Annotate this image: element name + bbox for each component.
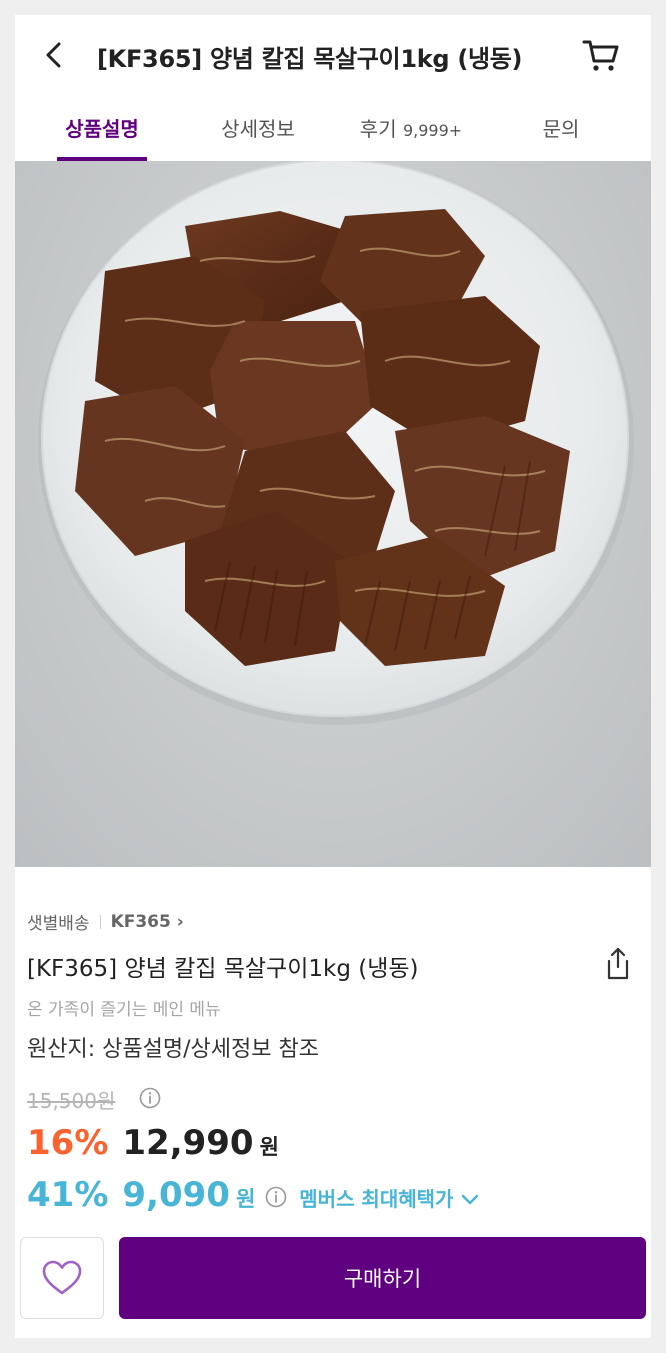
tab-inquiry[interactable]: 문의 — [521, 113, 601, 142]
top-header: [KF365] 양념 칼집 목살구이1kg (냉동) — [15, 15, 651, 95]
product-tabs: 상품설명 상세정보 후기 9,999+ 문의 — [15, 103, 651, 162]
divider — [99, 914, 101, 929]
tab-inquiry-label: 문의 — [542, 117, 580, 141]
info-icon[interactable] — [265, 1186, 287, 1208]
cart-icon[interactable] — [581, 37, 621, 73]
sale-price: 12,990 — [122, 1123, 254, 1163]
product-subtitle: 온 가족이 즐기는 메인 메뉴 — [27, 1000, 221, 1020]
delivery-brand-row: 샛별배송 KF365 › — [27, 909, 184, 935]
tab-reviews-label: 후기 — [359, 117, 397, 141]
member-price: 9,090 — [122, 1175, 230, 1215]
product-name: [KF365] 양념 칼집 목살구이1kg (냉동) — [27, 956, 419, 982]
share-icon[interactable] — [601, 945, 635, 983]
member-currency-unit: 원 — [235, 1187, 256, 1211]
tab-reviews[interactable]: 후기 9,999+ — [341, 113, 481, 142]
member-price-row: 41% 9,090 원 멤버스 최대혜택가 — [27, 1175, 479, 1215]
brand-name: KF365 — [110, 911, 171, 932]
info-icon[interactable] — [139, 1087, 161, 1109]
wishlist-button[interactable] — [20, 1237, 104, 1319]
chevron-down-icon[interactable] — [461, 1194, 479, 1206]
brand-link[interactable]: KF365 › — [111, 912, 184, 932]
app-screen: [KF365] 양념 칼집 목살구이1kg (냉동) 상품설명 상세정보 후기 … — [15, 15, 651, 1338]
heart-icon — [42, 1260, 82, 1295]
currency-unit: 원 — [259, 1135, 279, 1159]
back-arrow-icon[interactable] — [39, 37, 67, 73]
original-price: 15,500원 — [27, 1089, 116, 1113]
tab-details-label: 상세정보 — [221, 117, 295, 141]
buy-button[interactable]: 구매하기 — [119, 1237, 646, 1319]
member-discount-rate: 41% — [27, 1175, 109, 1215]
discount-rate: 16% — [27, 1123, 109, 1163]
page-title: [KF365] 양념 칼집 목살구이1kg (냉동) — [97, 45, 523, 73]
delivery-type: 샛별배송 — [27, 914, 90, 934]
product-image — [15, 161, 651, 867]
tab-reviews-count: 9,999+ — [402, 121, 463, 140]
member-benefit-link[interactable]: 멤버스 최대혜택가 — [299, 1183, 453, 1212]
chevron-right-icon: › — [176, 911, 184, 932]
price-row: 16% 12,990 원 — [27, 1123, 279, 1163]
tab-description-label: 상품설명 — [65, 117, 139, 141]
product-photo — [38, 161, 634, 725]
tab-description[interactable]: 상품설명 — [57, 113, 147, 142]
tab-details[interactable]: 상세정보 — [203, 113, 313, 142]
origin-info: 원산지: 상품설명/상세정보 참조 — [27, 1037, 319, 1062]
